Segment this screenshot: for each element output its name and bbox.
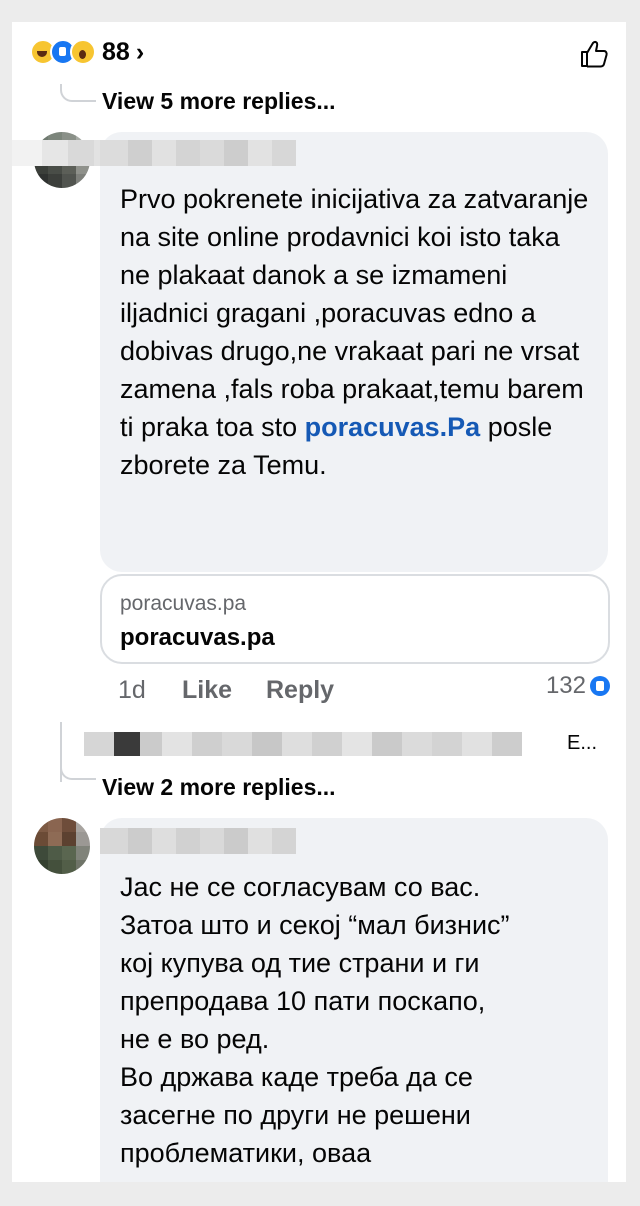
link-preview-title: poracuvas.pa <box>120 624 275 651</box>
thread-connector <box>60 84 96 102</box>
comment-text: Јас не се согласувам со вас. Затоа што и… <box>120 872 510 1168</box>
like-icon <box>590 676 610 696</box>
thread-connector <box>60 762 96 780</box>
comment-reactions[interactable]: 132 <box>546 672 610 700</box>
reaction-summary[interactable]: 88 › <box>30 36 144 68</box>
view-more-replies-link[interactable]: View 2 more replies... <box>102 774 336 801</box>
wow-icon <box>70 39 96 65</box>
like-count: 132 <box>545 672 586 699</box>
view-more-replies-link[interactable]: View 5 more replies... <box>102 88 336 115</box>
like-button[interactable]: Like <box>182 676 232 705</box>
reply-preview-text[interactable]: E... <box>567 732 597 755</box>
reply-button[interactable]: Reply <box>266 676 334 705</box>
comment-timestamp[interactable]: 1d <box>118 676 146 705</box>
author-name-redacted-overlay <box>100 140 296 166</box>
comment-text: Prvo pokrenete inicijativa za zatvaranje… <box>120 184 589 480</box>
comments-panel: 88 › View 5 more replies... Prvo pokrene… <box>12 22 626 1182</box>
author-name-redacted[interactable] <box>100 828 296 854</box>
reaction-count: 88 <box>102 37 130 66</box>
avatar[interactable] <box>34 818 90 874</box>
thumbs-up-icon[interactable] <box>578 38 610 70</box>
reply-preview-redacted[interactable] <box>84 732 522 756</box>
link-preview-card[interactable]: poracuvas.pa poracuvas.pa <box>100 574 610 664</box>
chevron-right-icon: › <box>135 37 145 66</box>
link-preview-domain: poracuvas.pa <box>120 592 247 615</box>
inline-link[interactable]: poracuvas.Pa <box>305 412 481 442</box>
